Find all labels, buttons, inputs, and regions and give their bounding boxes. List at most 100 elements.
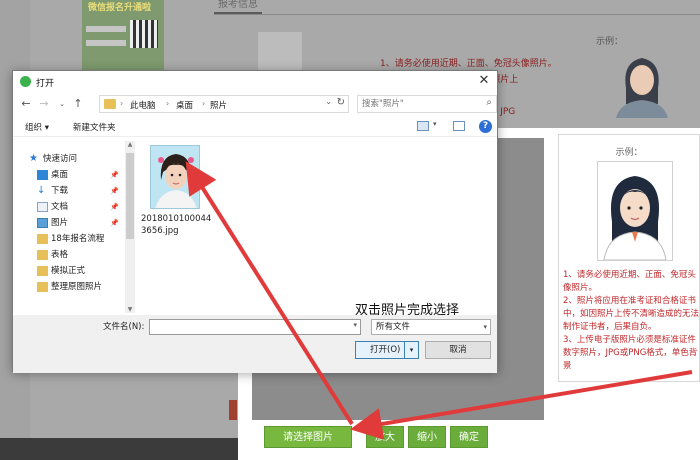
file-open-dialog: 打开 ✕ ← → ⌄ ↑ › 此电脑 › 桌面 › 照片 ⌄ ↻ ⌕ 组织 ▾ … (12, 70, 498, 373)
banner-text: 微信报名升通啦 (88, 3, 152, 13)
sidebar-item-quick-access[interactable]: ★ 快速访问 (23, 151, 123, 167)
sidebar-item-folder[interactable]: 18年报名流程 (23, 231, 123, 247)
pin-icon[interactable]: 📌 (110, 167, 119, 183)
filetype-value: 所有文件 (376, 322, 411, 332)
sample-portrait-icon (603, 176, 667, 261)
background-red-button (229, 400, 237, 420)
sample-instruction-line: 1、请务必使用近期、正面、免冠头像照片。 (563, 270, 696, 293)
recent-dropdown-icon[interactable]: ⌄ (55, 96, 69, 112)
search-icon[interactable]: ⌕ (486, 97, 492, 108)
dialog-toolbar: 组织 ▾ 新建文件夹 ▾ ? (13, 117, 497, 137)
sidebar-item-folder[interactable]: 整理原图照片 (23, 279, 123, 295)
sidebar-item-label: 模拟正式 (51, 266, 86, 276)
preview-pane-icon[interactable] (453, 121, 465, 131)
sidebar-item-documents[interactable]: 文档 📌 (23, 199, 123, 215)
file-name-line: 3656.jpg (141, 226, 179, 236)
navigation-pane: ★ 快速访问 桌面 📌 ↓ 下载 📌 文档 📌 图片 📌 18年报名流程 表格 … (23, 141, 123, 311)
sample-title: 示例： (615, 148, 643, 158)
sample-instruction-line: 3、上传电子版照片必须是标准证件数字照片，JPG或PNG格式，单色背景 (563, 335, 698, 371)
scrollbar-thumb[interactable] (126, 153, 134, 239)
chevron-down-icon[interactable]: ⌄ (325, 97, 332, 106)
qr-code-icon (130, 20, 158, 48)
breadcrumb-item[interactable]: 照片 (210, 99, 227, 111)
dialog-title: 打开 (36, 79, 55, 89)
desktop-icon (37, 170, 48, 180)
pin-icon[interactable]: 📌 (110, 183, 119, 199)
help-icon[interactable]: ? (479, 120, 492, 133)
chevron-down-icon[interactable]: ▾ (433, 120, 437, 128)
cancel-button[interactable]: 取消 (425, 341, 491, 359)
sample-instructions: 1、请务必使用近期、正面、免冠头像照片。 2、照片将应用在准考证和合格证书中，如… (563, 269, 700, 373)
address-bar[interactable]: › 此电脑 › 桌面 › 照片 ⌄ ↻ (99, 95, 349, 113)
banner-line (86, 26, 126, 32)
wechat-banner: 微信报名升通啦 (82, 0, 164, 70)
document-icon (37, 202, 48, 212)
tab-underline (214, 14, 700, 15)
sidebar-item-pictures[interactable]: 图片 📌 (23, 215, 123, 231)
sidebar-scrollbar[interactable]: ▲ ▼ (125, 141, 135, 313)
up-arrow-icon[interactable]: ↑ (71, 96, 85, 112)
navigation-bar: ← → ⌄ ↑ › 此电脑 › 桌面 › 照片 ⌄ ↻ ⌕ (13, 93, 497, 115)
forward-arrow-icon[interactable]: → (37, 96, 51, 112)
chevron-down-icon[interactable]: ▾ (483, 320, 487, 334)
filename-label: 文件名(N): (103, 322, 145, 332)
dialog-footer: 文件名(N): ▾ 所有文件 ▾ 打开(O) ▾ 取消 (13, 315, 497, 373)
sample-portrait-icon (616, 58, 668, 118)
search-box[interactable]: ⌕ (357, 95, 497, 113)
star-icon: ★ (29, 153, 38, 164)
sidebar-item-downloads[interactable]: ↓ 下载 📌 (23, 183, 123, 199)
app-icon (20, 76, 31, 87)
folder-icon (37, 250, 48, 260)
pictures-icon (37, 218, 48, 228)
sidebar-item-label: 图片 (51, 218, 69, 228)
scroll-down-icon[interactable]: ▼ (125, 306, 135, 313)
pin-icon[interactable]: 📌 (110, 215, 119, 231)
sidebar-item-folder[interactable]: 表格 (23, 247, 123, 263)
file-list-pane: 2018010100044 3656.jpg 双击照片完成选择 (135, 137, 497, 318)
back-arrow-icon[interactable]: ← (19, 96, 33, 112)
breadcrumb-item[interactable]: 桌面 (176, 99, 193, 111)
close-icon[interactable]: ✕ (477, 73, 491, 89)
sidebar-item-label: 整理原图照片 (51, 282, 103, 292)
zoom-out-button[interactable]: 缩小 (408, 426, 446, 448)
organize-menu[interactable]: 组织 ▾ (25, 121, 49, 133)
sidebar-item-label: 下载 (51, 186, 69, 196)
folder-icon (37, 234, 48, 244)
chevron-down-icon[interactable]: ▾ (404, 342, 418, 358)
sidebar-item-label: 表格 (51, 250, 69, 260)
sample-label: 示例： (596, 37, 624, 47)
filetype-select[interactable]: 所有文件 ▾ (371, 319, 491, 335)
child-photo-icon (151, 146, 199, 208)
sidebar-item-label: 桌面 (51, 170, 69, 180)
sample-area: 示例： 1、请务必使用近期、正面、免冠头像照片。 2、照片将应用在准考证和合格证… (558, 134, 700, 382)
download-icon: ↓ (37, 185, 46, 196)
file-name-line: 2018010100044 (141, 214, 212, 224)
refresh-icon[interactable]: ↻ (337, 97, 345, 108)
confirm-button[interactable]: 确定 (450, 426, 488, 448)
choose-image-button[interactable]: 请选择图片 (264, 426, 352, 448)
open-button-label: 打开(O) (370, 345, 401, 355)
sidebar-item-folder[interactable]: 模拟正式 (23, 263, 123, 279)
view-options-icon[interactable] (417, 121, 429, 131)
sidebar-item-label: 文档 (51, 202, 69, 212)
tab-exam-info[interactable]: 报考信息 (214, 0, 262, 14)
sidebar-item-label: 18年报名流程 (51, 234, 105, 244)
folder-icon (104, 99, 116, 109)
sample-photo (597, 161, 673, 261)
new-folder-button[interactable]: 新建文件夹 (73, 121, 116, 133)
open-button[interactable]: 打开(O) ▾ (355, 341, 419, 359)
zoom-in-button[interactable]: 放大 (366, 426, 404, 448)
breadcrumb-item[interactable]: 此电脑 (130, 99, 156, 111)
filename-input[interactable]: ▾ (149, 319, 361, 335)
sample-instruction-line: 2、照片将应用在准考证和合格证书中，如因照片上传不清晰造成的无法制作证书者，后果… (563, 296, 700, 332)
pin-icon[interactable]: 📌 (110, 199, 119, 215)
sidebar-item-label: 快速访问 (43, 154, 78, 164)
chevron-down-icon[interactable]: ▾ (353, 321, 357, 329)
dialog-titlebar[interactable]: 打开 ✕ (13, 71, 497, 93)
file-item[interactable]: 2018010100044 3656.jpg (141, 143, 221, 239)
folder-icon (37, 266, 48, 276)
folder-icon (37, 282, 48, 292)
scroll-up-icon[interactable]: ▲ (125, 141, 135, 148)
sidebar-item-desktop[interactable]: 桌面 📌 (23, 167, 123, 183)
search-input[interactable] (362, 97, 472, 111)
